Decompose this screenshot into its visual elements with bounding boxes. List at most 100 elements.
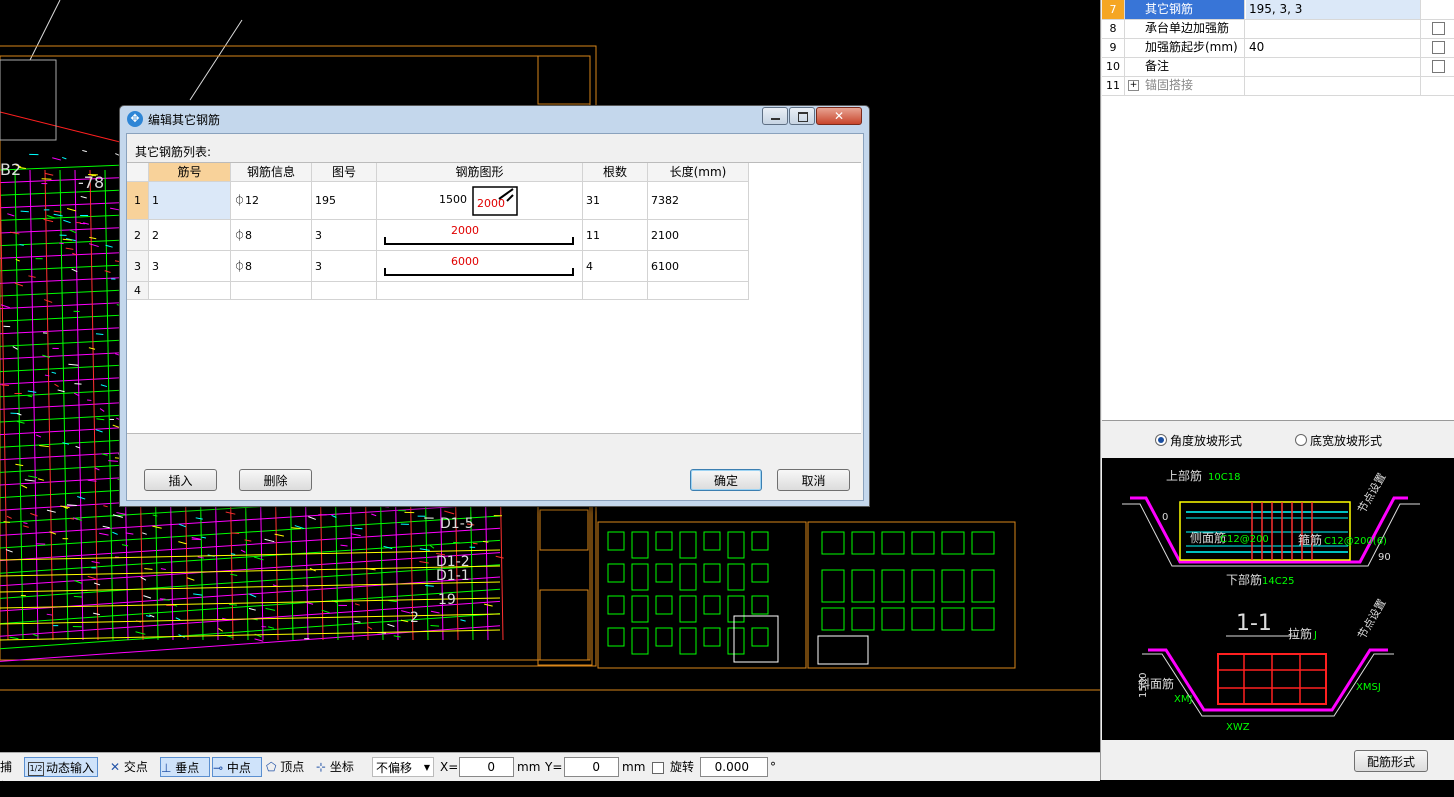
property-checkbox[interactable] [1432, 41, 1445, 54]
rotate-value: 0.000 [715, 760, 749, 774]
offset-select[interactable]: 不偏移 ▼ [372, 757, 434, 777]
table-cell[interactable]: 2 [149, 220, 231, 251]
property-name-text: 加强筋起步(mm) [1145, 40, 1238, 54]
preview-stirrup-spec: C12@200(6) [1324, 536, 1387, 547]
table-cell[interactable]: 2100 [648, 220, 749, 251]
table-cell[interactable] [149, 282, 231, 300]
ok-button[interactable]: 确定 [690, 469, 762, 491]
property-value[interactable]: 195, 3, 3 [1246, 0, 1421, 19]
rotate-checkbox[interactable] [652, 762, 664, 774]
rebar-shape-cell[interactable]: 2000 [377, 220, 583, 251]
column-header[interactable]: 根数 [583, 163, 648, 182]
property-row-number: 9 [1102, 38, 1125, 57]
table-cell[interactable]: ⏀12 [231, 182, 312, 220]
column-header[interactable]: 长度(mm) [648, 163, 749, 182]
y-unit: mm [622, 757, 645, 777]
midpoint-label: 中点 [227, 761, 251, 775]
table-cell[interactable]: 3 [312, 220, 377, 251]
offset-value: 不偏移 [376, 761, 412, 775]
cad-label-2: 2 [410, 610, 419, 626]
cancel-button[interactable]: 取消 [777, 469, 850, 491]
cad-label-d15: D1-5 [440, 516, 474, 532]
column-header[interactable]: 钢筋信息 [231, 163, 312, 182]
dynamic-input-toggle[interactable]: 1/2动态输入 [24, 757, 98, 777]
minimize-button[interactable] [762, 107, 788, 125]
dialog-title: 编辑其它钢筋 [148, 111, 220, 128]
column-header[interactable]: 钢筋图形 [377, 163, 583, 182]
angle-slope-radio[interactable] [1155, 434, 1167, 446]
coordinate-label: 坐标 [330, 760, 354, 774]
chevron-down-icon: ▼ [424, 758, 430, 778]
property-row[interactable]: 7其它钢筋195, 3, 3 [1102, 0, 1454, 20]
perpendicular-icon: ⊥ [161, 761, 171, 775]
row-header[interactable]: 3 [127, 251, 149, 282]
preview-node-setting-2: 节点设置 [1355, 597, 1388, 642]
dynamic-input-label: 动态输入 [46, 761, 94, 775]
dynamic-input-icon: 1/2 [28, 762, 44, 776]
maximize-icon [798, 112, 808, 122]
snap-toggle[interactable]: 捕捉 [0, 757, 22, 777]
shape-straight-drawing [383, 266, 583, 280]
midpoint-snap[interactable]: ⊸ 中点 [212, 757, 262, 777]
table-cell[interactable]: 11 [583, 220, 648, 251]
preview-top-bar: 上部筋 [1166, 468, 1202, 483]
property-value[interactable]: 40 [1246, 38, 1421, 57]
x-label: X= [440, 757, 458, 777]
table-corner [127, 163, 149, 182]
width-slope-radio[interactable] [1295, 434, 1307, 446]
column-header[interactable]: 筋号 [149, 163, 231, 182]
coordinate-snap[interactable]: ⊹ 坐标 [316, 757, 364, 777]
preview-stirrup: 箍筋 [1298, 532, 1322, 547]
row-header[interactable]: 4 [127, 282, 149, 300]
property-name: 备注 [1125, 57, 1245, 76]
rebar-shape-cell[interactable]: 15002000 [377, 182, 583, 220]
table-cell[interactable] [648, 282, 749, 300]
vertex-label: 顶点 [280, 760, 304, 774]
rebar-shape-cell[interactable] [377, 282, 583, 300]
property-value[interactable] [1246, 76, 1421, 95]
property-value[interactable] [1246, 57, 1421, 76]
table-cell[interactable] [583, 282, 648, 300]
row-header[interactable]: 2 [127, 220, 149, 251]
table-cell[interactable]: 3 [312, 251, 377, 282]
row-header[interactable]: 1 [127, 182, 149, 220]
rotate-input[interactable]: 0.000 [700, 757, 768, 777]
y-input[interactable]: 0 [564, 757, 619, 777]
table-cell[interactable]: 7382 [648, 182, 749, 220]
intersection-snap[interactable]: ✕ 交点 [110, 757, 158, 777]
property-row[interactable]: 11+锚固搭接 [1102, 76, 1454, 96]
rebar-config-button[interactable]: 配筋形式 [1354, 750, 1428, 772]
property-checkbox[interactable] [1432, 60, 1445, 73]
table-cell[interactable]: ⏀8 [231, 220, 312, 251]
table-cell[interactable]: 1 [149, 182, 231, 220]
rebar-shape-cell[interactable]: 6000 [377, 251, 583, 282]
property-row[interactable]: 8承台单边加强筋 [1102, 19, 1454, 39]
table-cell[interactable]: 4 [583, 251, 648, 282]
insert-button[interactable]: 插入 [144, 469, 217, 491]
table-cell[interactable] [312, 282, 377, 300]
table-cell[interactable]: 195 [312, 182, 377, 220]
vertex-snap[interactable]: ⬠ 顶点 [266, 757, 312, 777]
table-cell[interactable] [231, 282, 312, 300]
column-header[interactable]: 图号 [312, 163, 377, 182]
close-button[interactable]: ✕ [816, 107, 862, 125]
rebar-list-label: 其它钢筋列表: [135, 143, 211, 160]
table-cell[interactable]: 3 [149, 251, 231, 282]
preview-xmsj: XMSJ [1356, 682, 1381, 693]
property-checkbox[interactable] [1432, 22, 1445, 35]
property-name-text: 锚固搭接 [1145, 78, 1193, 92]
expand-plus-icon[interactable]: + [1128, 80, 1139, 91]
delete-button[interactable]: 删除 [239, 469, 312, 491]
property-row[interactable]: 9 加强筋起步(mm) 40 [1102, 38, 1454, 58]
property-value[interactable] [1246, 19, 1421, 38]
table-cell[interactable]: 31 [583, 182, 648, 220]
property-grid: 7其它钢筋195, 3, 38承台单边加强筋9加强筋起步(mm)4010备注11… [1102, 0, 1454, 421]
property-row[interactable]: 10备注 [1102, 57, 1454, 77]
x-input[interactable]: 0 [459, 757, 514, 777]
maximize-button[interactable] [789, 107, 815, 125]
preview-section-label: 1-1 [1236, 611, 1272, 636]
table-cell[interactable]: 6100 [648, 251, 749, 282]
width-slope-label: 底宽放坡形式 [1310, 432, 1382, 449]
table-cell[interactable]: ⏀8 [231, 251, 312, 282]
perpendicular-snap[interactable]: ⊥ 垂点 [160, 757, 210, 777]
